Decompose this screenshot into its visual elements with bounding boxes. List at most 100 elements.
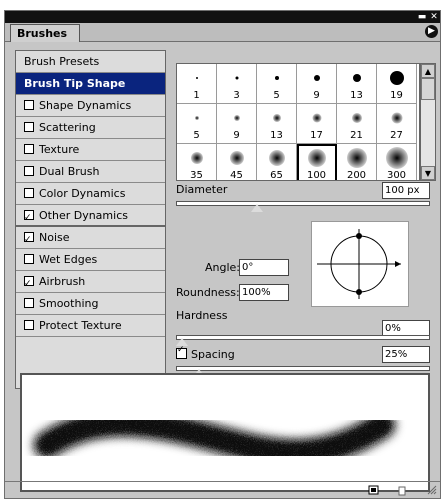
list-item-texture[interactable]: Texture: [16, 139, 165, 161]
list-item-label: Dual Brush: [39, 165, 100, 178]
angle-roundness-preview[interactable]: [311, 221, 409, 307]
protect-texture-checkbox[interactable]: [24, 320, 34, 330]
roundness-field[interactable]: 100%: [239, 284, 289, 301]
close-icon[interactable]: ✕: [429, 12, 439, 22]
brush-size-label: 27: [390, 130, 403, 141]
brush-preset-9[interactable]: 9: [217, 104, 257, 144]
list-item-brush-tip-shape[interactable]: Brush Tip Shape: [16, 73, 165, 95]
list-item-smoothing[interactable]: Smoothing: [16, 293, 165, 315]
list-item-noise[interactable]: Noise: [16, 227, 165, 251]
spacing-field[interactable]: 25%: [382, 346, 430, 363]
list-item-airbrush[interactable]: Airbrush: [16, 271, 165, 295]
brush-preset-21[interactable]: 21: [337, 104, 377, 144]
angle-field[interactable]: 0°: [239, 259, 289, 276]
list-item-label: Protect Texture: [39, 319, 122, 332]
brush-preset-3[interactable]: 3: [217, 64, 257, 104]
brush-preset-27[interactable]: 27: [377, 104, 417, 144]
brush-tip-dot: [312, 113, 321, 123]
list-item-shape-dynamics[interactable]: Shape Dynamics: [16, 95, 165, 117]
brush-preset-17[interactable]: 17: [297, 104, 337, 144]
brush-preset-5[interactable]: 5: [257, 64, 297, 104]
collapse-icon[interactable]: ▬: [417, 12, 427, 22]
roundness-label: Roundness:: [176, 286, 240, 299]
brush-size-label: 45: [230, 170, 243, 181]
scroll-down-icon[interactable]: ▼: [421, 166, 435, 180]
list-item-label: Airbrush: [39, 275, 86, 288]
list-item-label: Scattering: [39, 121, 96, 134]
spacing-control[interactable]: ✓ Spacing: [176, 345, 235, 361]
brush-size-label: 9: [313, 90, 320, 101]
spacing-slider-track[interactable]: [176, 366, 430, 371]
stroke-preview: [20, 373, 430, 492]
brush-preset-9[interactable]: 9: [297, 64, 337, 104]
brush-tip-dot: [307, 149, 326, 167]
shape-dynamics-checkbox[interactable]: [24, 100, 34, 110]
brush-preset-19[interactable]: 19: [377, 64, 417, 104]
list-item-label: Smoothing: [39, 297, 99, 310]
brush-size-label: 5: [273, 90, 280, 101]
diameter-field[interactable]: 100 px: [382, 182, 430, 199]
brush-tip-dot: [233, 115, 240, 121]
spacing-label: Spacing: [191, 348, 235, 361]
list-item-brush-presets[interactable]: Brush Presets: [16, 51, 165, 73]
brush-preset-13[interactable]: 13: [337, 64, 377, 104]
list-item-label: Brush Tip Shape: [24, 77, 126, 90]
list-item-dual-brush[interactable]: Dual Brush: [16, 161, 165, 183]
list-item-color-dynamics[interactable]: Color Dynamics: [16, 183, 165, 205]
trash-icon[interactable]: [397, 485, 407, 496]
brush-tip-dot: [391, 112, 402, 124]
dual-brush-checkbox[interactable]: [24, 166, 34, 176]
tab-brushes[interactable]: Brushes: [10, 24, 81, 42]
brush-preset-35[interactable]: 35: [177, 144, 217, 180]
color-dynamics-checkbox[interactable]: [24, 188, 34, 198]
resize-grip-icon[interactable]: [427, 485, 437, 495]
flyout-menu-icon[interactable]: ▶: [425, 25, 438, 38]
spacing-checkbox[interactable]: ✓: [176, 345, 187, 359]
list-item-label: Brush Presets: [24, 55, 100, 68]
brush-preset-65[interactable]: 65: [257, 144, 297, 180]
wet-edges-checkbox[interactable]: [24, 254, 34, 264]
list-item-protect-texture[interactable]: Protect Texture: [16, 315, 165, 337]
brush-preset-grid[interactable]: 1 3 5 9 13 19 5 9 13 17 21 27 35 45 65 100 200 300: [176, 63, 420, 181]
brush-tip-dot: [389, 71, 404, 85]
brush-preset-100[interactable]: 100: [297, 144, 337, 181]
brush-preset-5[interactable]: 5: [177, 104, 217, 144]
brush-preset-45[interactable]: 45: [217, 144, 257, 181]
brush-tip-dot: [351, 113, 362, 123]
scattering-checkbox[interactable]: [24, 122, 34, 132]
brush-preset-200[interactable]: 200: [337, 144, 377, 180]
hardness-label: Hardness: [176, 309, 228, 322]
brush-tip-dot: [194, 116, 199, 120]
hardness-slider-track[interactable]: [176, 335, 430, 340]
grid-scrollbar[interactable]: ▲ ▼: [420, 63, 436, 181]
list-item-other-dynamics[interactable]: Other Dynamics: [16, 205, 165, 229]
scroll-thumb[interactable]: [421, 78, 435, 100]
brush-preset-13[interactable]: 13: [257, 104, 297, 144]
noise-checkbox[interactable]: [24, 229, 34, 251]
brush-size-label: 100: [306, 170, 327, 181]
brush-stroke-preview: [34, 410, 395, 466]
list-item-scattering[interactable]: Scattering: [16, 117, 165, 139]
angle-label: Angle:: [205, 261, 241, 274]
brush-settings-list: Brush Presets Brush Tip Shape Shape Dynami…: [15, 50, 166, 389]
list-item-label: Color Dynamics: [39, 187, 126, 200]
diameter-slider-track[interactable]: [176, 201, 430, 206]
brush-preset-1[interactable]: 1: [177, 64, 217, 104]
brush-tip-dot: [229, 151, 244, 165]
brush-size-label: 300: [386, 170, 407, 181]
other-dynamics-checkbox[interactable]: [24, 207, 34, 229]
texture-checkbox[interactable]: [24, 144, 34, 154]
list-item-label: Other Dynamics: [39, 209, 128, 222]
list-item-label: Shape Dynamics: [39, 99, 132, 112]
list-item-label: Wet Edges: [39, 253, 98, 266]
list-item-wet-edges[interactable]: Wet Edges: [16, 249, 165, 271]
brushes-panel: ▬ ✕ Brushes ▶ Brush Presets Brush Tip Sha…: [4, 10, 441, 499]
smoothing-checkbox[interactable]: [24, 298, 34, 308]
diameter-slider-thumb[interactable]: [251, 204, 264, 212]
airbrush-checkbox[interactable]: [24, 273, 34, 295]
brush-preset-300[interactable]: 300: [377, 144, 417, 181]
new-preset-icon[interactable]: [368, 485, 380, 496]
palette-titlebar: ▬ ✕: [5, 11, 440, 23]
scroll-up-icon[interactable]: ▲: [421, 64, 435, 78]
tab-strip: Brushes ▶: [5, 23, 440, 42]
